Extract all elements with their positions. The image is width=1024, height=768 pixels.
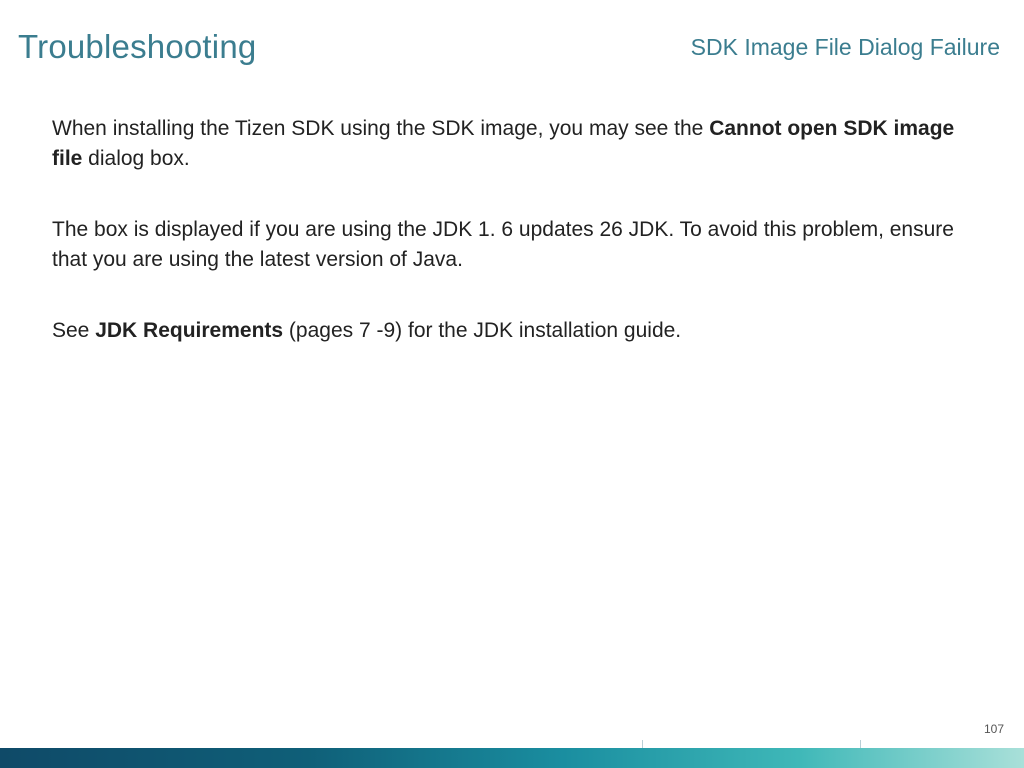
footer-bar [0,748,1024,768]
paragraph-1: When installing the Tizen SDK using the … [52,114,972,175]
footer-tick [860,740,861,748]
paragraph-3: See JDK Requirements (pages 7 -9) for th… [52,316,972,346]
page-subtitle: SDK Image File Dialog Failure [691,34,1000,61]
header: Troubleshooting SDK Image File Dialog Fa… [0,0,1024,66]
paragraph-2: The box is displayed if you are using th… [52,215,972,276]
content: When installing the Tizen SDK using the … [0,66,1024,346]
p3-text-a: See [52,319,95,342]
page-title: Troubleshooting [18,28,256,66]
p1-text-a: When installing the Tizen SDK using the … [52,117,709,140]
slide-page: Troubleshooting SDK Image File Dialog Fa… [0,0,1024,768]
p3-text-c: (pages 7 -9) for the JDK installation gu… [283,319,681,342]
page-number: 107 [984,722,1004,736]
footer-tick [642,740,643,748]
p1-text-c: dialog box. [82,147,189,170]
p3-bold: JDK Requirements [95,319,283,342]
